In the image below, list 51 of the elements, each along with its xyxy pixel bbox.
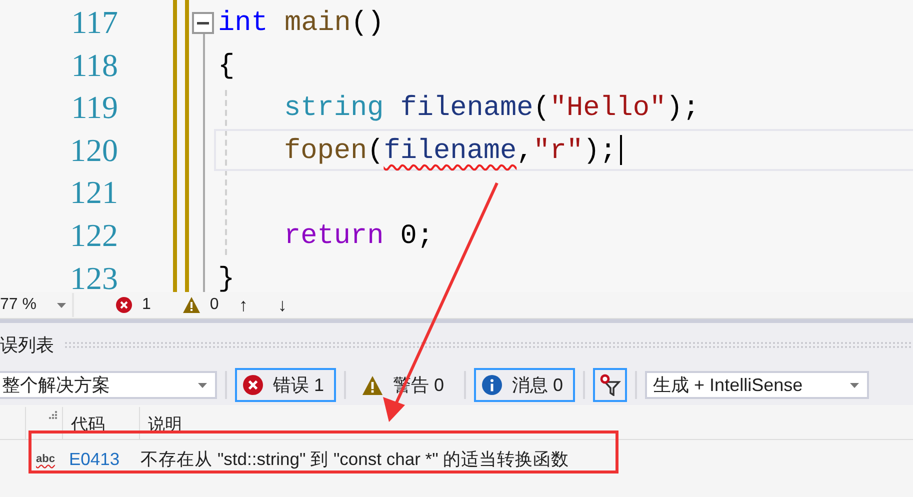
line-number: 123	[69, 258, 118, 292]
code-token: ()	[350, 8, 384, 39]
line-number: 122	[69, 216, 118, 255]
error-icon	[243, 375, 263, 395]
code-token: ,	[516, 136, 534, 167]
code-token: (	[367, 136, 384, 167]
spelling-icon: abc	[36, 453, 55, 465]
source-dropdown[interactable]: 生成 + IntelliSense	[645, 371, 870, 399]
caret-icon	[198, 382, 207, 388]
error-icon	[116, 297, 132, 313]
collapse-icon[interactable]	[192, 12, 214, 34]
caret-icon	[57, 302, 66, 308]
code-token: main	[284, 8, 351, 39]
code-token: {	[218, 50, 235, 82]
filter-button[interactable]: 错误 1	[235, 368, 336, 402]
code-token: (	[533, 93, 550, 124]
code-token: );	[583, 136, 616, 167]
line-number: 120	[69, 130, 118, 170]
error-description: 不存在从 "std::string" 到 "const char *" 的适当转换函数	[140, 448, 570, 471]
zoom-dropdown[interactable]: 77 %	[0, 293, 74, 317]
line-number: 118	[70, 46, 118, 85]
code-token: "r"	[533, 136, 584, 167]
code-token: filename	[400, 93, 534, 124]
panel-title: 误列表	[0, 334, 54, 357]
filter-icon	[599, 374, 622, 396]
code-token: return	[284, 220, 384, 252]
code-token: 0;	[400, 220, 434, 252]
error-code-link[interactable]: E0413	[68, 448, 120, 470]
code-token: string	[284, 93, 384, 124]
info-icon	[482, 375, 502, 395]
nav-button[interactable]: ↑	[238, 294, 248, 316]
warning-icon	[182, 297, 200, 313]
nav-button[interactable]: ↓	[278, 294, 287, 316]
code-token: fopen	[284, 136, 368, 167]
code-token: int	[218, 8, 268, 39]
warning-count[interactable]: 0	[210, 296, 219, 314]
code-token: );	[666, 93, 700, 124]
code-token: "Hello"	[550, 93, 666, 124]
scope-dropdown[interactable]: 整个解决方案	[0, 371, 217, 399]
code-token: filename	[384, 136, 517, 167]
error-count[interactable]: 1	[142, 296, 151, 314]
text-caret	[620, 135, 622, 166]
grip-icon[interactable]	[49, 411, 58, 420]
code-token: }	[218, 264, 235, 292]
filter-button[interactable]: 消息 0	[474, 368, 576, 402]
line-number: 117	[70, 3, 118, 42]
caret-icon	[850, 382, 860, 388]
line-number: 119	[70, 88, 118, 128]
filter-toggle-button[interactable]	[593, 368, 628, 402]
line-number: 121	[69, 173, 118, 212]
warning-icon	[362, 376, 384, 394]
